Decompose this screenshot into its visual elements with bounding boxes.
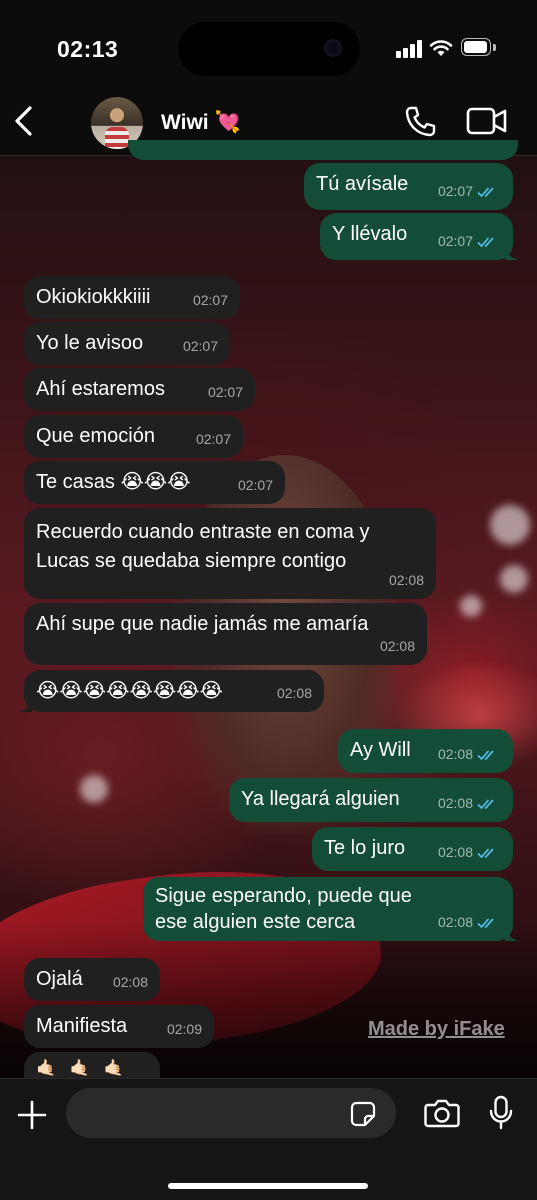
dynamic-island	[178, 22, 360, 76]
cellular-signal-icon	[396, 40, 424, 58]
message-time: 02:07	[437, 233, 473, 249]
home-indicator	[168, 1183, 368, 1189]
wallpaper-light	[80, 775, 108, 803]
message-text: Manifiesta	[36, 1015, 128, 1037]
microphone-icon[interactable]	[488, 1095, 514, 1131]
message-bubble-incoming[interactable]: Manifiesta 02:09	[24, 1005, 214, 1048]
message-meta: 02:08	[438, 741, 499, 767]
message-text: Ya llegará alguien	[241, 788, 400, 810]
read-receipt-icon	[477, 237, 494, 248]
message-text: Ahí supe que nadie jamás me amaría	[36, 613, 369, 635]
message-time: 02:08	[112, 974, 148, 990]
back-chevron-icon[interactable]	[12, 104, 36, 138]
message-time: 02:07	[237, 477, 273, 493]
read-receipt-icon	[477, 848, 494, 859]
message-text: Sigue esperando, puede que ese alguien e…	[155, 885, 412, 933]
message-time: 02:08	[388, 572, 424, 588]
message-bubble-incoming[interactable]: Te casas 😭😭😭 02:07	[24, 461, 285, 504]
message-meta: 02:07	[438, 228, 499, 254]
sticker-icon[interactable]	[350, 1101, 376, 1127]
message-meta: 02:08	[438, 839, 499, 865]
message-text: 🤙🏻🤙🏻🤙🏻	[36, 1060, 138, 1077]
message-text: Ay Will	[350, 739, 411, 761]
message-text: Tú avísale	[316, 173, 409, 195]
message-time: 02:08	[437, 844, 473, 860]
message-text: Ojalá	[36, 968, 83, 990]
message-text: 😭😭😭😭😭😭😭😭	[36, 680, 223, 702]
contact-name[interactable]: Wiwi 💘	[161, 111, 241, 135]
phone-icon[interactable]	[402, 104, 438, 140]
message-text: Okiokiokkkiiii	[36, 286, 151, 308]
wifi-icon	[429, 40, 453, 56]
status-bar: 02:13	[0, 0, 537, 92]
message-bubble-incoming[interactable]: Recuerdo cuando entraste en coma y Lucas…	[24, 508, 436, 599]
message-bubble-partial	[128, 140, 518, 160]
message-bubble-outgoing[interactable]: Te lo juro 02:08	[312, 827, 513, 871]
message-text: Que emoción	[36, 425, 155, 447]
message-time: 02:07	[182, 338, 218, 354]
message-input-bar	[0, 1078, 537, 1200]
bubble-tail	[505, 927, 519, 941]
watermark-text: Made by iFake	[368, 1018, 505, 1040]
wallpaper-light	[500, 565, 528, 593]
read-receipt-icon	[477, 187, 494, 198]
wallpaper-light	[490, 505, 530, 545]
message-text-field[interactable]	[66, 1088, 396, 1138]
message-text: Ahí estaremos	[36, 378, 165, 400]
message-text: Recuerdo cuando entraste en coma y Lucas…	[36, 521, 370, 572]
read-receipt-icon	[477, 750, 494, 761]
message-time: 02:07	[195, 431, 231, 447]
message-text: Y llévalo	[332, 223, 408, 245]
message-time: 02:09	[166, 1021, 202, 1037]
message-bubble-incoming[interactable]: 😭😭😭😭😭😭😭😭 02:08	[18, 670, 324, 712]
message-time: 02:08	[437, 746, 473, 762]
message-bubble-incoming[interactable]: Ojalá 02:08	[24, 958, 160, 1001]
message-meta: 02:07	[438, 178, 499, 204]
status-time: 02:13	[57, 36, 119, 62]
plus-icon[interactable]	[17, 1100, 47, 1130]
message-bubble-outgoing[interactable]: Ya llegará alguien 02:08	[229, 778, 513, 822]
message-bubble-outgoing[interactable]: Y llévalo 02:07	[320, 213, 519, 260]
wallpaper-light	[460, 595, 482, 617]
camera-icon[interactable]	[424, 1098, 460, 1128]
message-bubble-outgoing[interactable]: Tú avísale 02:07	[304, 163, 513, 210]
message-meta: 02:08	[438, 790, 499, 816]
message-bubble-incoming[interactable]: 🤙🏻🤙🏻🤙🏻	[24, 1052, 160, 1078]
message-time: 02:07	[207, 384, 243, 400]
bubble-tail	[18, 698, 32, 712]
read-receipt-icon	[477, 799, 494, 810]
message-bubble-incoming[interactable]: Yo le avisoo 02:07	[24, 322, 230, 365]
message-bubble-incoming[interactable]: Ahí supe que nadie jamás me amaría 02:08	[24, 603, 427, 665]
message-text: Te lo juro	[324, 837, 406, 859]
message-bubble-outgoing[interactable]: Sigue esperando, puede que ese alguien e…	[143, 877, 519, 941]
message-bubble-incoming[interactable]: Que emoción 02:07	[24, 415, 243, 458]
message-text: Yo le avisoo	[36, 332, 144, 354]
message-text: Te casas 😭😭😭	[36, 471, 191, 493]
message-time: 02:08	[379, 638, 415, 654]
message-meta: 02:08	[438, 909, 499, 935]
message-time: 02:08	[437, 795, 473, 811]
message-bubble-incoming[interactable]: Okiokiokkkiiii 02:07	[24, 276, 240, 319]
message-bubble-incoming[interactable]: Ahí estaremos 02:07	[24, 368, 255, 411]
message-bubble-outgoing[interactable]: Ay Will 02:08	[338, 729, 513, 773]
message-time: 02:07	[437, 183, 473, 199]
bubble-tail	[505, 246, 519, 260]
message-time: 02:08	[437, 914, 473, 930]
battery-icon	[461, 38, 497, 58]
video-camera-icon[interactable]	[466, 106, 508, 136]
message-time: 02:08	[276, 685, 312, 701]
read-receipt-icon	[477, 918, 494, 929]
message-time: 02:07	[192, 292, 228, 308]
